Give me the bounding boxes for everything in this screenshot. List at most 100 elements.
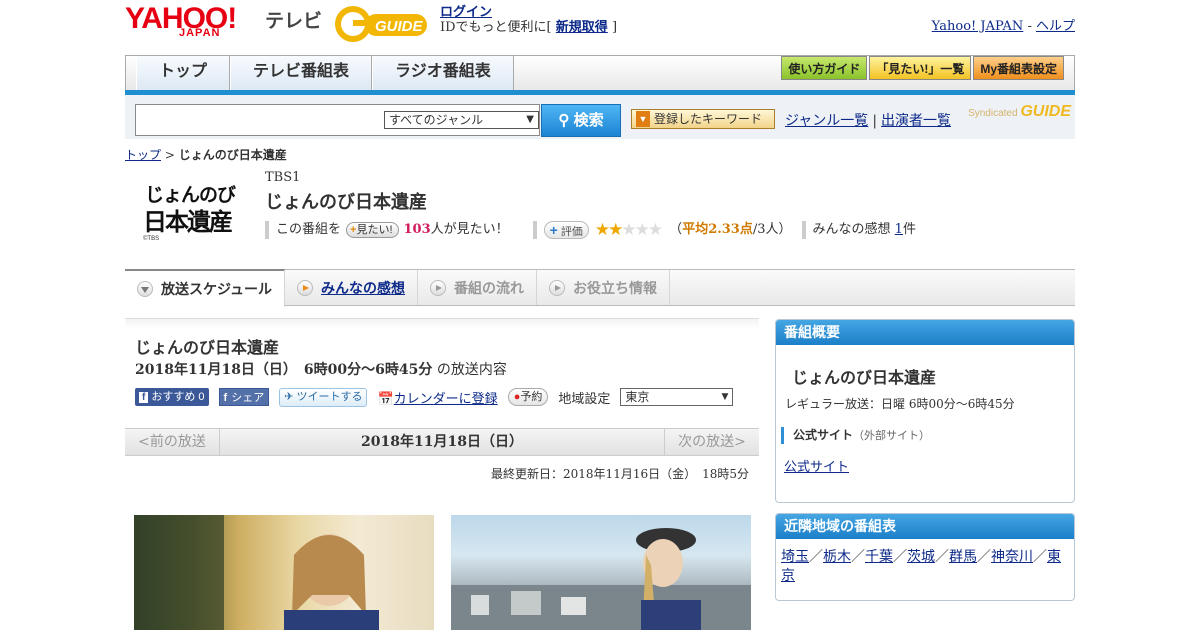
tab-broadcast-schedule[interactable]: 放送スケジュール — [125, 269, 286, 307]
episode-title: じょんのび日本遺産 — [135, 338, 280, 357]
program-stats: この番組を +見たい! 103 人が見たい！ + 評価 ★★★★★ （平均2.33… — [265, 221, 916, 239]
facebook-share-button[interactable]: f シェア — [218, 388, 270, 406]
want-count: 103 — [403, 222, 431, 237]
registered-keywords-button[interactable]: ▼ 登録したキーワード — [631, 109, 775, 129]
star-empty-icon: ★ — [647, 220, 663, 240]
nav-tab-radio-listings[interactable]: ラジオ番組表 — [372, 56, 514, 91]
region-select[interactable]: 東京 ▼ — [620, 388, 734, 406]
avg-close: /3人） — [752, 222, 792, 237]
syndicated-text: Syndicated — [968, 108, 1018, 119]
tab-program-flow[interactable]: 番組の流れ — [418, 270, 538, 305]
region-separator: ／ — [893, 549, 907, 565]
program-logo-copyright: ©TBS — [143, 236, 160, 242]
search-icon: ⚲ — [558, 112, 570, 129]
region-link-ibaraki[interactable]: 茨城 — [907, 549, 935, 565]
facebook-icon: f — [223, 392, 228, 404]
region-link-gunma[interactable]: 群馬 — [949, 549, 977, 565]
cast-list-link[interactable]: 出演者一覧 — [881, 113, 951, 129]
rate-button[interactable]: + 評価 — [543, 221, 589, 239]
tv-label[interactable]: テレビ — [265, 6, 322, 33]
region-link-tochigi[interactable]: 栃木 — [823, 549, 851, 565]
facebook-share-label: シェア — [231, 392, 265, 404]
login-area: ログイン IDでもっと便利に[ 新規取得 ] — [440, 5, 617, 35]
reviews-count-link[interactable]: 1 — [895, 221, 903, 239]
yahoo-japan-link[interactable]: Yahoo! JAPAN — [932, 19, 1024, 34]
facebook-recommend-button[interactable]: f おすすめ 0 — [135, 388, 209, 406]
header-dash: - — [1027, 19, 1032, 34]
region-separator: ／ — [1033, 549, 1047, 565]
program-title: じょんのび日本遺産 — [265, 192, 427, 213]
site-header: YAHOO! JAPAN テレビ GUIDE ログイン IDでもっと便利に[ 新… — [125, 0, 1075, 55]
calendar-register[interactable]: 📅カレンダーに登録 — [377, 388, 497, 407]
chevron-right-icon — [297, 279, 314, 296]
dropdown-arrow-icon: ▼ — [721, 392, 729, 402]
tab-label: みんなの感想 — [321, 279, 406, 296]
program-photo — [451, 515, 751, 630]
help-link[interactable]: ヘルプ — [1036, 19, 1075, 34]
last-updated: 最終更新日：2018年11月16日（金） 18時5分 — [491, 467, 749, 481]
nav-tab-tv-listings[interactable]: テレビ番組表 — [230, 56, 373, 91]
star-icon: ★ — [608, 220, 623, 240]
program-logo: じょんのび 日本遺産 ©TBS — [137, 178, 250, 248]
tab-reviews[interactable]: みんなの感想 — [285, 270, 419, 305]
want-suffix: 人が見たい！ — [430, 222, 509, 237]
usage-guide-button[interactable]: 使い方ガイド — [781, 56, 868, 80]
divider — [532, 221, 537, 239]
nearby-regions-panel: 近隣地域の番組表 埼玉／栃木／千葉／茨城／群馬／神奈川／東京 — [775, 513, 1075, 601]
want-to-watch-label: 見たい! — [356, 224, 393, 236]
program-overview-panel: 番組概要 じょんのび日本遺産 レギュラー放送：日曜 6時00分～6時45分 公式… — [775, 319, 1075, 503]
want-list-button[interactable]: 「見たい!」一覧 — [869, 56, 972, 80]
official-site-link[interactable]: 公式サイト — [784, 456, 849, 475]
program-photo — [134, 515, 434, 630]
star-empty-icon: ★ — [621, 220, 636, 240]
my-listings-settings-button[interactable]: My番組表設定 — [973, 56, 1064, 80]
facebook-icon: f — [139, 392, 149, 403]
woman-city-view-photo — [451, 528, 751, 630]
region-link-kanagawa[interactable]: 神奈川 — [991, 549, 1033, 565]
tweet-button[interactable]: ✈ ツイートする — [279, 387, 368, 407]
registered-keywords-label: 登録したキーワード — [654, 112, 763, 126]
chevron-right-icon — [549, 279, 566, 296]
previous-broadcast-link[interactable]: <前の放送 — [125, 429, 220, 455]
rate-button-label: 評価 — [560, 226, 583, 238]
program-logo-line2: 日本遺産 — [143, 207, 233, 236]
want-prefix: この番組を — [276, 222, 342, 237]
genre-select[interactable]: すべてのジャンル ▼ — [384, 111, 539, 129]
breadcrumb-current: じょんのび日本遺産 — [178, 148, 287, 162]
next-broadcast-link[interactable]: 次の放送> — [664, 429, 759, 455]
breadcrumb-top-link[interactable]: トップ — [125, 148, 161, 162]
login-link[interactable]: ログイン — [440, 5, 492, 20]
gguide-logo[interactable]: GUIDE — [335, 6, 431, 42]
avg-open: （ — [669, 222, 683, 237]
episode-datetime: 2018年11月18日（日） 6時00分～6時45分 — [135, 362, 433, 378]
search-button[interactable]: ⚲ 検索 — [541, 104, 621, 137]
tab-label: お役立ち情報 — [573, 279, 658, 296]
twitter-bird-icon: ✈ — [284, 390, 294, 403]
current-broadcast-date: 2018年11月18日（日） — [361, 434, 523, 450]
search-band: すべてのジャンル ▼ ⚲ 検索 ▼ 登録したキーワード ジャンル一覧 | 出演者一覧… — [125, 95, 1075, 139]
reserve-button[interactable]: ●予約 — [507, 388, 549, 406]
region-separator: ／ — [851, 549, 865, 565]
external-site-note: （外部サイト） — [853, 429, 931, 442]
rating-stars: ★★★★★ — [595, 220, 663, 240]
nearby-regions-heading: 近隣地域の番組表 — [776, 514, 1074, 539]
reviews-label: みんなの感想 — [812, 222, 891, 237]
nav-tab-top[interactable]: トップ — [136, 56, 231, 91]
facebook-recommend-count: 0 — [198, 391, 205, 403]
genre-list-link[interactable]: ジャンル一覧 — [785, 113, 868, 129]
signup-link[interactable]: 新規取得 — [556, 20, 608, 35]
tab-useful-info[interactable]: お役立ち情報 — [537, 270, 671, 305]
reserve-label: 予約 — [520, 391, 543, 403]
region-link-saitama[interactable]: 埼玉 — [781, 549, 809, 565]
region-label: 地域設定 — [558, 391, 611, 407]
region-separator: ／ — [809, 549, 823, 565]
region-link-chiba[interactable]: 千葉 — [865, 549, 893, 565]
gguide-text: GUIDE — [375, 18, 424, 35]
regular-broadcast: レギュラー放送：日曜 6時00分～6時45分 — [785, 397, 1015, 411]
login-promo-prefix: IDでもっと便利に[ — [440, 20, 552, 35]
calendar-register-link[interactable]: カレンダーに登録 — [394, 392, 498, 407]
overview-program-title: じょんのび日本遺産 — [792, 368, 937, 387]
dropdown-arrow-icon: ▼ — [526, 114, 534, 125]
want-to-watch-button[interactable]: +見たい! — [346, 222, 399, 238]
broadcast-pager: <前の放送 2018年11月18日（日） 次の放送> — [125, 428, 759, 456]
